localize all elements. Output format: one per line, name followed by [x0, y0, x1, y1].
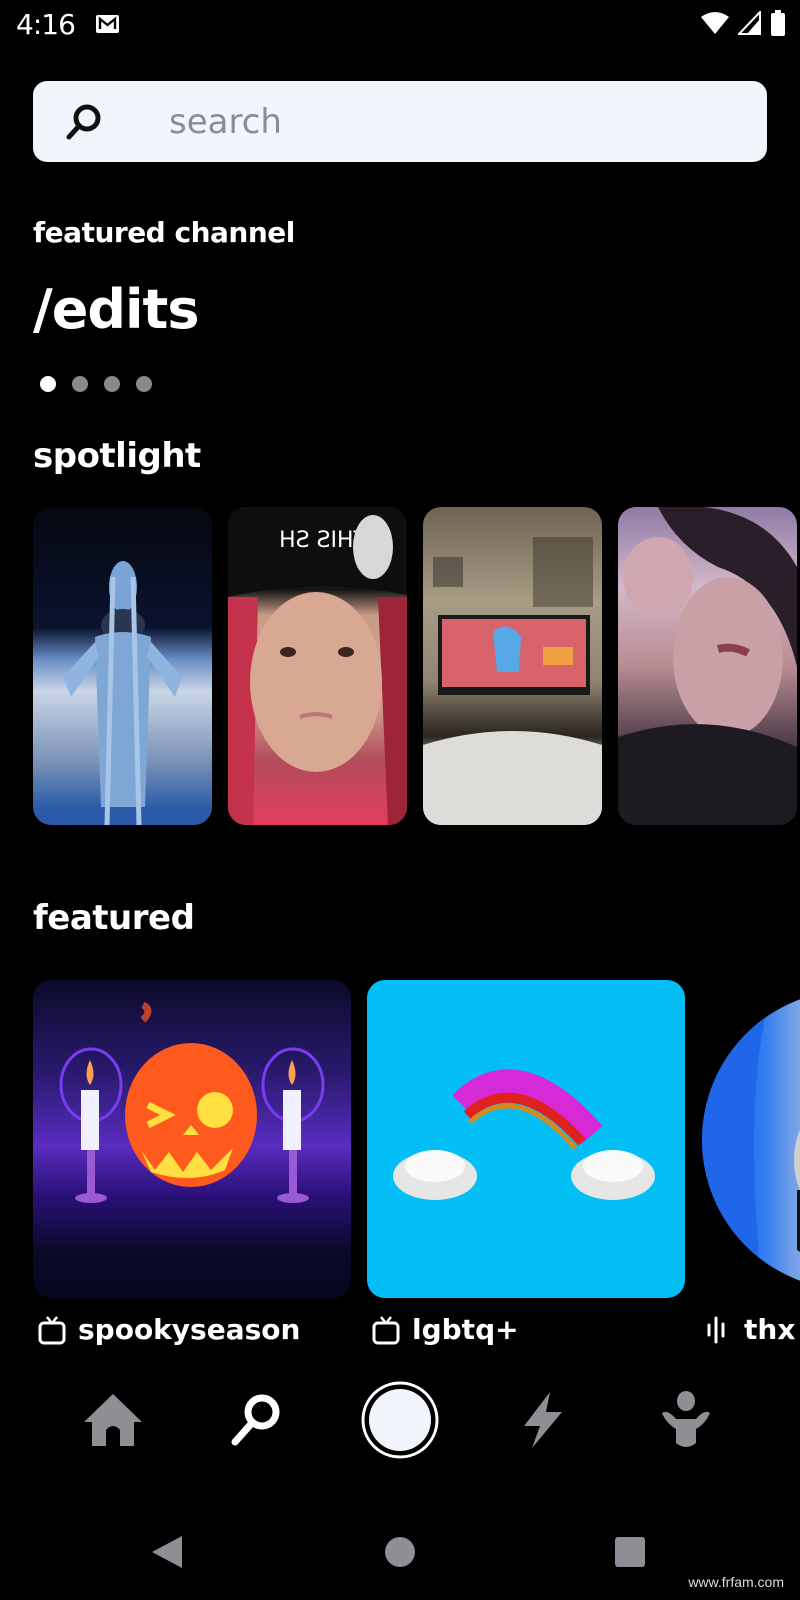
featured-label-thx[interactable]: thx [706, 1313, 795, 1346]
status-icons [700, 10, 786, 36]
pager-dot[interactable] [104, 376, 120, 392]
search-bar[interactable] [33, 81, 767, 162]
tv-icon [38, 1315, 66, 1344]
status-time: 4:16 [16, 8, 76, 41]
spotlight-video-thumbnail[interactable] [618, 507, 797, 825]
spotlight-video-thumbnail[interactable]: THIS SH [228, 507, 407, 825]
search-icon [231, 1394, 280, 1446]
audio-waveform-icon [707, 1316, 725, 1343]
recents-button[interactable] [614, 1536, 646, 1568]
spotlight-title: spotlight [33, 436, 201, 476]
person-icon [662, 1391, 710, 1447]
spotlight-carousel[interactable]: THIS SH [33, 507, 797, 825]
featured-channel-title[interactable]: /edits [33, 278, 199, 341]
watermark: www.frfam.com [688, 1574, 784, 1590]
nav-search[interactable] [216, 1380, 296, 1460]
carousel-pager [40, 376, 152, 392]
featured-channel-label: featured channel [33, 216, 295, 249]
battery-icon [771, 10, 785, 36]
featured-title: featured [33, 898, 195, 938]
system-navigation: www.frfam.com [0, 1500, 800, 1600]
featured-label-text: spookyseason [78, 1313, 301, 1346]
featured-label-spookyseason[interactable]: spookyseason [38, 1313, 300, 1346]
home-button[interactable] [384, 1536, 416, 1568]
home-icon [84, 1394, 142, 1446]
pager-dot[interactable] [136, 376, 152, 392]
cellular-signal-icon [738, 11, 761, 35]
featured-channel-card-lgbtq[interactable] [367, 980, 685, 1298]
pager-dot[interactable] [72, 376, 88, 392]
nav-profile[interactable] [646, 1380, 726, 1460]
nav-activity[interactable] [503, 1380, 583, 1460]
pager-dot[interactable] [40, 376, 56, 392]
nav-record[interactable] [360, 1380, 440, 1460]
featured-channel-card-spookyseason[interactable] [33, 980, 351, 1298]
lightning-icon [524, 1392, 562, 1448]
person-dark-hair-image [618, 507, 797, 825]
featured-label-lgbtq[interactable]: lgbtq+ [372, 1313, 519, 1346]
back-button[interactable] [150, 1534, 184, 1570]
wifi-icon [701, 12, 729, 34]
featured-label-text: lgbtq+ [412, 1313, 519, 1346]
spotlight-video-thumbnail[interactable] [423, 507, 602, 825]
featured-channel-card-thx[interactable] [702, 990, 800, 1290]
record-button-icon [361, 1381, 439, 1459]
alien-diva-image [63, 561, 182, 825]
status-bar: 4:16 [0, 0, 800, 50]
tv-icon [372, 1315, 400, 1344]
search-input[interactable] [169, 97, 749, 147]
featured-labels: spookyseason lgbtq+ thx [0, 1313, 800, 1353]
rainbow-image [393, 1069, 655, 1200]
featured-carousel[interactable] [33, 980, 685, 1298]
jack-o-lantern-image [59, 1001, 325, 1203]
nav-home[interactable] [73, 1380, 153, 1460]
spotlight-video-thumbnail[interactable] [33, 507, 212, 825]
bedroom-tv-image [423, 537, 602, 825]
gmail-icon [96, 15, 119, 33]
search-icon [66, 104, 101, 140]
blue-hair-person-image [702, 990, 800, 1290]
featured-label-text: thx [744, 1313, 796, 1346]
bottom-navigation [0, 1380, 800, 1480]
person-beanie-image: THIS SH [228, 507, 407, 825]
